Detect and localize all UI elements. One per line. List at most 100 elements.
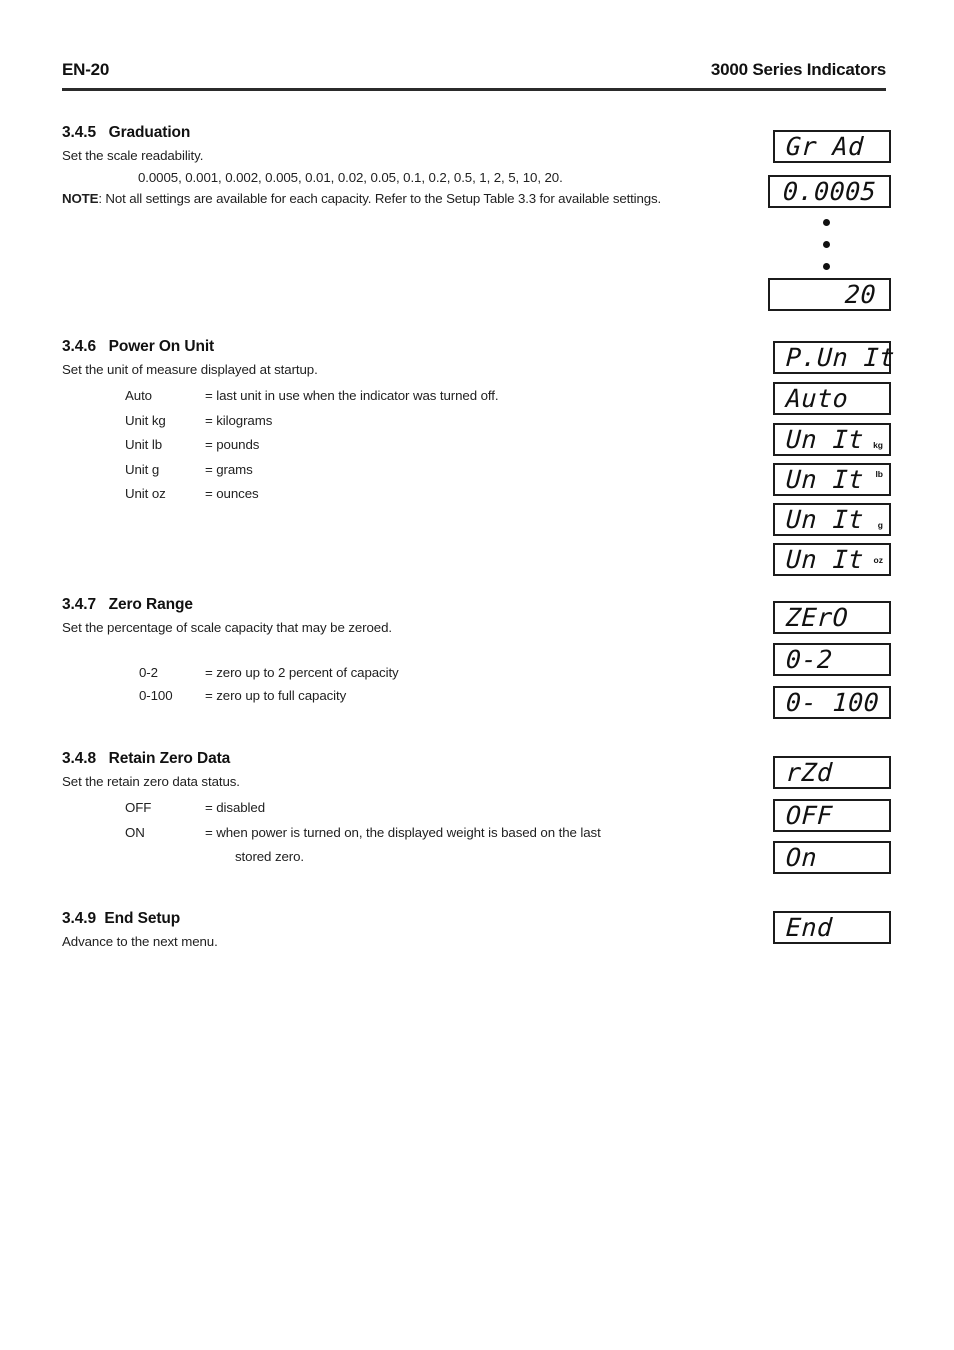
section-end-setup: 3.4.9 End Setup Advance to the next menu… [62, 910, 742, 949]
lcd-text: End [785, 913, 834, 942]
section-graduation: 3.4.5 Graduation Set the scale readabili… [62, 124, 742, 206]
option-definition: = last unit in use when the indicator wa… [205, 388, 499, 403]
lcd-text: On [785, 843, 818, 872]
lcd-text: Auto [785, 384, 849, 413]
power-on-unit-options: Auto = last unit in use when the indicat… [125, 384, 742, 507]
option-definition: = pounds [205, 437, 260, 452]
lcd-text: OFF [785, 801, 834, 830]
section-number: 3.4.5 [62, 124, 96, 141]
option-term: 0-100 [139, 688, 173, 703]
note-text: : Not all settings are available for eac… [98, 191, 661, 206]
lcd-text: 0.0005 [782, 177, 877, 206]
unit-annunciator-lb: lb [875, 469, 883, 479]
option-definition: = when power is turned on, the displayed… [205, 824, 601, 840]
list-item: Auto = last unit in use when the indicat… [125, 384, 742, 409]
section-description: Advance to the next menu. [62, 934, 218, 949]
section-number: 3.4.7 [62, 596, 96, 613]
lcd-display-grad-min: 0.0005 [768, 175, 891, 208]
section-heading-graduation: 3.4.5 Graduation [62, 124, 742, 142]
ellipsis-dot [823, 241, 830, 248]
unit-annunciator-g: g [877, 519, 883, 530]
section-heading-end-setup: 3.4.9 End Setup [62, 910, 742, 928]
option-term: Unit lb [125, 437, 162, 452]
lcd-text: 0-2 [785, 645, 834, 674]
lcd-display-grad-menu: Gr Ad [773, 130, 891, 163]
lcd-display-end-menu: End [773, 911, 891, 944]
lcd-text: rZd [785, 758, 834, 787]
section-heading-power-on-unit: 3.4.6 Power On Unit [62, 338, 742, 356]
option-term: Auto [125, 388, 152, 403]
option-definition: = zero up to 2 percent of capacity [205, 665, 399, 680]
section-number: 3.4.6 [62, 338, 96, 355]
section-title: Zero Range [108, 596, 193, 613]
lcd-text: ZErO [785, 603, 849, 632]
section-description: Set the scale readability. [62, 148, 204, 163]
list-item: ON = when power is turned on, the displa… [125, 821, 742, 846]
retain-zero-data-options: OFF = disabled ON = when power is turned… [125, 796, 742, 870]
list-item: Unit kg = kilograms [125, 409, 742, 434]
lcd-display-unit-oz: Un It oz [773, 543, 891, 576]
option-definition-continuation-row: stored zero. [125, 845, 742, 870]
unit-annunciator-oz: oz [873, 554, 883, 565]
section-title: Retain Zero Data [108, 750, 231, 767]
option-term: Unit g [125, 461, 160, 477]
list-item: Unit oz = ounces [125, 482, 742, 507]
lcd-display-punit-auto: Auto [773, 382, 891, 415]
section-retain-zero-data: 3.4.8 Retain Zero Data Set the retain ze… [62, 750, 742, 870]
header-divider [62, 88, 886, 91]
option-definition-continuation: stored zero. [235, 849, 305, 864]
section-description: Set the retain zero data status. [62, 774, 240, 789]
note-label: NOTE [62, 191, 99, 206]
lcd-text: P.Un It [785, 343, 896, 372]
list-item: Unit g = grams [125, 458, 742, 483]
section-heading-retain-zero-data: 3.4.8 Retain Zero Data [62, 750, 742, 768]
option-definition: = kilograms [205, 412, 273, 428]
option-definition: = disabled [205, 800, 265, 815]
section-title: Graduation [108, 124, 191, 141]
section-number: 3.4.8 [62, 750, 96, 767]
lcd-text: Gr Ad [785, 132, 865, 161]
section-title: End Setup [104, 910, 181, 927]
option-definition: = zero up to full capacity [205, 688, 347, 703]
option-term: ON [125, 824, 145, 840]
list-item: 0-2 = zero up to 2 percent of capacity [139, 661, 742, 684]
document-page: EN-20 3000 Series Indicators 3.4.5 Gradu… [0, 0, 954, 1350]
lcd-display-grad-max: 20 [768, 278, 891, 311]
lcd-display-unit-g: Un It g [773, 503, 891, 536]
lcd-text: Un It [785, 425, 865, 454]
lcd-display-zero-0-2: 0-2 [773, 643, 891, 676]
option-term: Unit kg [125, 412, 166, 428]
option-definition: = ounces [205, 486, 259, 501]
lcd-text: 20 [844, 280, 877, 309]
section-heading-zero-range: 3.4.7 Zero Range [62, 596, 742, 614]
section-power-on-unit: 3.4.6 Power On Unit Set the unit of meas… [62, 338, 742, 507]
lcd-display-zero-menu: ZErO [773, 601, 891, 634]
option-term: OFF [125, 800, 152, 815]
lcd-text: Un It [785, 465, 865, 494]
unit-annunciator-kg: kg [873, 439, 883, 450]
lcd-text: Un It [785, 545, 865, 574]
lcd-display-zero-0-100: 0- 100 [773, 686, 891, 719]
section-description: Set the unit of measure displayed at sta… [62, 362, 318, 377]
header-page-label: EN-20 [62, 60, 110, 79]
lcd-display-unit-lb: Un It lb [773, 463, 891, 496]
page-header: EN-20 3000 Series Indicators [62, 60, 886, 80]
list-item: Unit lb = pounds [125, 433, 742, 458]
lcd-display-punit-menu: P.Un It [773, 341, 896, 374]
section-zero-range: 3.4.7 Zero Range Set the percentage of s… [62, 596, 742, 707]
ellipsis-dot [823, 263, 830, 270]
section-description: Set the percentage of scale capacity tha… [62, 620, 392, 635]
list-item: OFF = disabled [125, 796, 742, 821]
option-definition: = grams [205, 461, 253, 477]
option-term: Unit oz [125, 486, 166, 501]
lcd-text: 0- 100 [785, 688, 881, 717]
list-item: 0-100 = zero up to full capacity [139, 684, 742, 707]
ellipsis-dot [823, 219, 830, 226]
lcd-display-column: Gr Ad 0.0005 20 P.Un It Auto Un It kg Un… [768, 0, 954, 1350]
lcd-text: Un It [785, 505, 865, 534]
graduation-note: NOTE: Not all settings are available for… [62, 191, 742, 206]
graduation-values-list: 0.0005, 0.001, 0.002, 0.005, 0.01, 0.02,… [138, 170, 563, 185]
section-number: 3.4.9 [62, 910, 96, 927]
lcd-display-rzd-off: OFF [773, 799, 891, 832]
